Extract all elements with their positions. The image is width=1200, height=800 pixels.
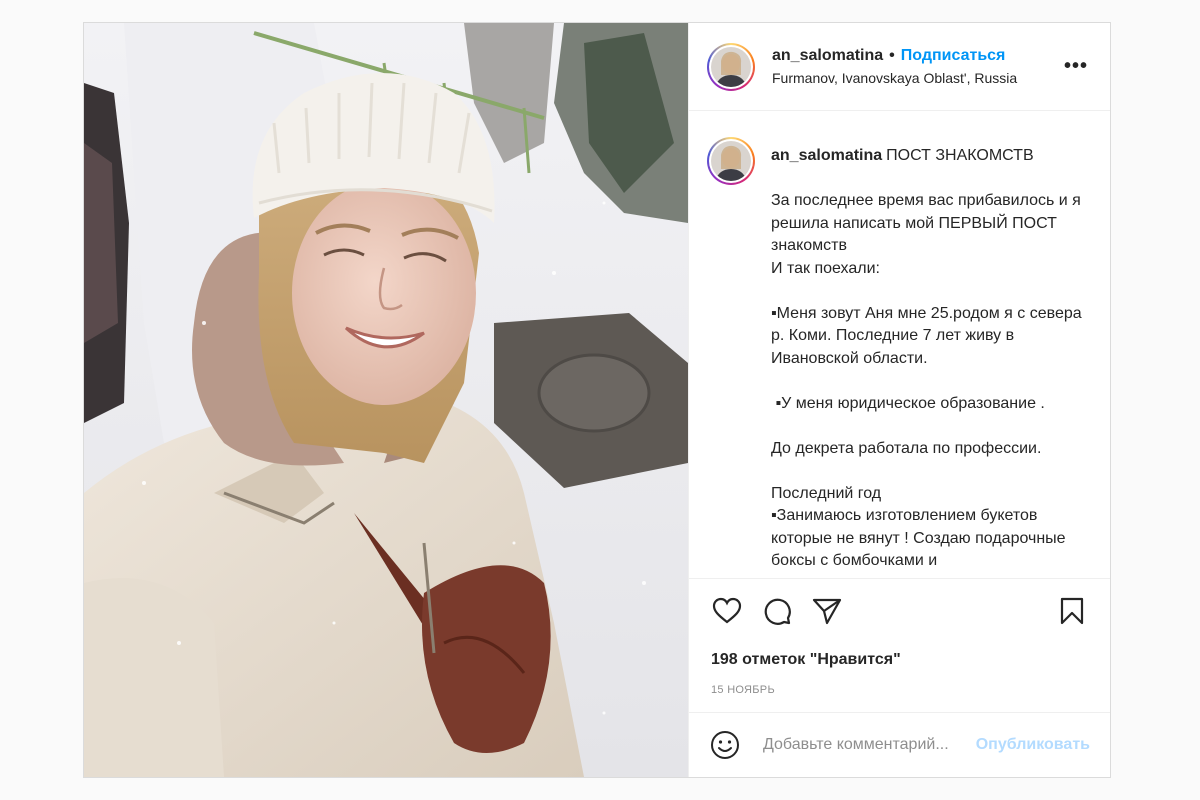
- comment-icon[interactable]: [761, 595, 793, 627]
- paper-plane-icon[interactable]: [811, 595, 843, 627]
- post-caption: an_salomatina ПОСТ ЗНАКОМСТВ За последнее…: [771, 145, 1091, 578]
- comment-input[interactable]: [763, 736, 976, 754]
- post-header: an_salomatina • Подписаться Furmanov, Iv…: [689, 23, 1110, 111]
- caption-section: an_salomatina ПОСТ ЗНАКОМСТВ За последнее…: [689, 111, 1110, 579]
- caption-username[interactable]: an_salomatina: [771, 147, 882, 164]
- caption-line: ▪Занимаюсь изготовлением букетов которые…: [771, 507, 1066, 569]
- post-photo[interactable]: [84, 23, 688, 777]
- selfie-illustration: [84, 23, 688, 777]
- caption-line: ▪У меня юридическое образование .: [771, 394, 1045, 412]
- smiley-icon[interactable]: [709, 729, 741, 761]
- action-bar: [689, 579, 1110, 643]
- caption-line: Последний год: [771, 484, 882, 502]
- post-sidebar: an_salomatina • Подписаться Furmanov, Iv…: [688, 23, 1110, 777]
- post-date[interactable]: 15 НОЯБРЬ: [689, 684, 1110, 696]
- avatar-photo: [711, 46, 751, 87]
- caption-title: ПОСТ ЗНАКОМСТВ: [886, 147, 1034, 164]
- publish-button[interactable]: Опубликовать: [976, 736, 1090, 754]
- bookmark-icon[interactable]: [1056, 595, 1088, 627]
- more-icon[interactable]: •••: [1058, 51, 1094, 82]
- follow-button[interactable]: Подписаться: [901, 47, 1006, 65]
- avatar-photo: [711, 141, 751, 181]
- caption-author-avatar[interactable]: [707, 137, 755, 185]
- caption-line: И так поехали:: [771, 259, 880, 277]
- caption-line: ▪Меня зовут Аня мне 25.родом я с севера …: [771, 304, 1082, 367]
- caption-line: До декрета работала по профессии.: [771, 439, 1042, 457]
- author-avatar[interactable]: [707, 42, 755, 91]
- separator-dot: •: [889, 47, 895, 64]
- author-username[interactable]: an_salomatina: [772, 47, 883, 65]
- instagram-post: an_salomatina • Подписаться Furmanov, Iv…: [83, 22, 1111, 778]
- post-location[interactable]: Furmanov, Ivanovskaya Oblast', Russia: [772, 70, 1058, 86]
- comment-bar: Опубликовать: [689, 712, 1110, 777]
- likes-count[interactable]: 198 отметок "Нравится": [689, 651, 1110, 669]
- caption-line: За последнее время вас прибавилось и я р…: [771, 192, 1081, 254]
- heart-icon[interactable]: [711, 595, 743, 627]
- header-text: an_salomatina • Подписаться Furmanov, Iv…: [772, 47, 1058, 86]
